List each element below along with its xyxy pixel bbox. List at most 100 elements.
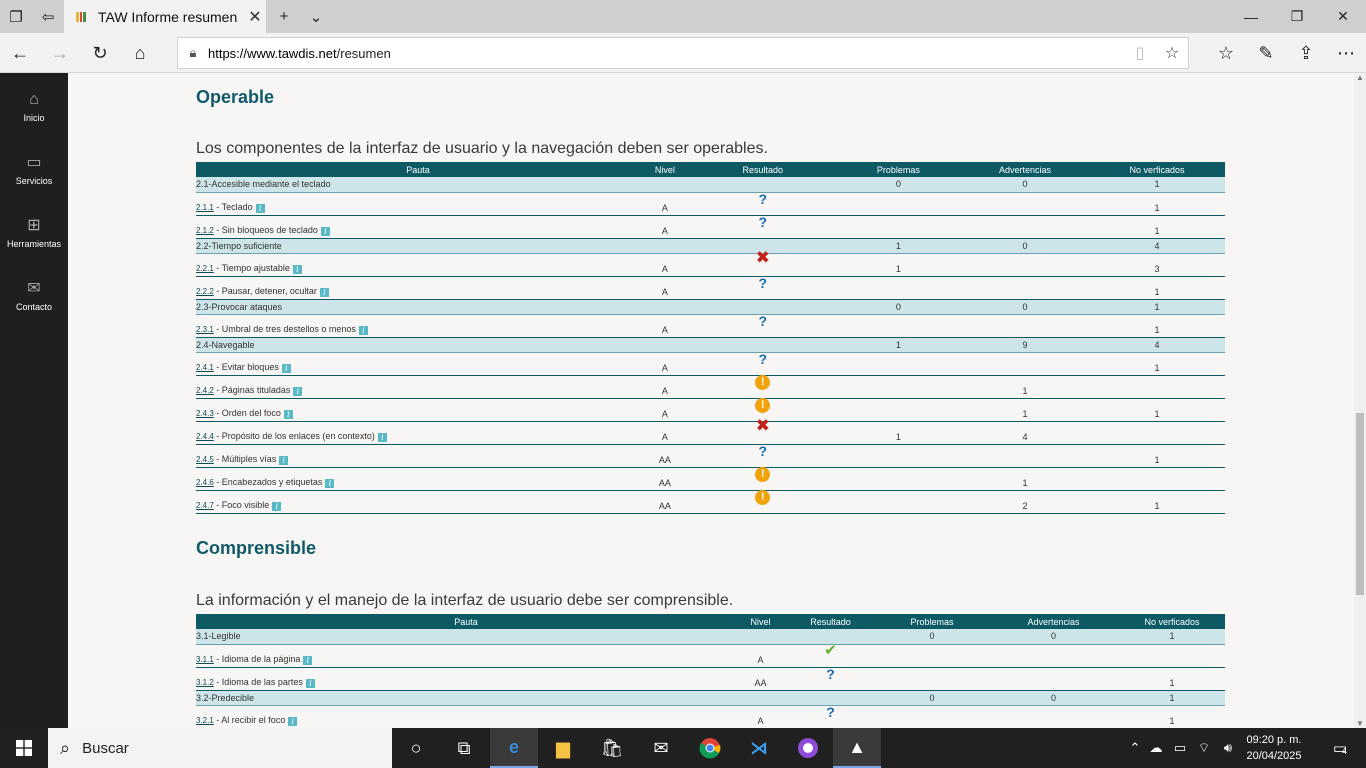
reading-view-icon[interactable]: ▯ [1124,43,1156,63]
sidebar-item-herramientas[interactable]: ⊞ Herramientas [0,217,68,249]
photos-icon[interactable]: ▲ [833,728,881,768]
restore-icon[interactable]: ❐ [1274,0,1320,33]
task-view-icon[interactable]: ⧉ [440,728,488,768]
notifications-icon[interactable]: ▭ 4 [1320,728,1360,768]
unknown-result-icon[interactable]: ? [826,704,835,720]
more-icon[interactable]: ⋯ [1326,33,1366,73]
warning-result-icon[interactable]: ! [755,397,771,413]
criterion-link[interactable]: 2.4.2 [196,386,214,395]
volume-icon[interactable]: 🔊︎ [1216,740,1240,756]
info-icon[interactable]: i [283,409,293,419]
criterion-link[interactable]: 3.1.2 [196,678,214,687]
warning-result-icon[interactable]: ! [755,489,771,505]
warning-result-icon[interactable]: ! [755,466,771,482]
minimize-icon[interactable]: — [1228,0,1274,33]
pass-result-icon[interactable]: ✔ [824,641,837,659]
tab-active[interactable]: TAW Informe resumen ✕ [64,0,266,33]
store-icon[interactable]: 🛍︎ [588,728,636,768]
criterion-link[interactable]: 2.2.2 [196,287,214,296]
github-desktop-icon[interactable] [784,728,832,768]
info-icon[interactable]: i [292,264,302,274]
chrome-icon[interactable] [686,728,734,768]
sidebar: ⌂ Inicio ▭ Servicios ⊞ Herramientas ✉ Co… [0,73,68,728]
share-icon[interactable]: ⇪ [1286,33,1326,73]
criterion-link[interactable]: 2.3.1 [196,325,214,334]
unknown-result-icon[interactable]: ? [758,443,767,459]
clock[interactable]: 09:20 p. m. 20/04/2025 [1238,732,1310,764]
tab-actions-icon[interactable]: ❐ [0,0,32,33]
unknown-result-icon[interactable]: ? [758,191,767,207]
criterion-link[interactable]: 2.1.1 [196,203,214,212]
set-aside-tabs-icon[interactable]: ⇦ [32,0,64,33]
criterion-link[interactable]: 2.4.5 [196,455,214,464]
unknown-result-icon[interactable]: ? [758,275,767,291]
file-explorer-icon[interactable]: ▆ [539,728,587,768]
info-icon[interactable]: i [255,203,265,213]
criterion-link[interactable]: 2.4.1 [196,363,214,372]
problems-cell [835,215,961,239]
info-icon[interactable]: i [305,678,315,688]
problems-cell: 1 [835,421,961,445]
favorite-star-icon[interactable]: ☆ [1156,43,1188,63]
group-row: 2.3-Provocar ataques 0 0 1 [196,299,1225,315]
sidebar-item-inicio[interactable]: ⌂ Inicio [0,91,68,123]
back-icon[interactable]: ← [0,33,40,73]
battery-icon[interactable]: ▭ [1168,740,1192,756]
url-text[interactable]: https://www.tawdis.net/resumen [208,46,1124,61]
show-hidden-icons-icon[interactable]: ⌃ [1126,740,1144,756]
scroll-up-icon[interactable]: ▲ [1354,73,1366,82]
info-icon[interactable]: i [279,455,289,465]
wifi-icon[interactable]: ⌔ [1192,740,1216,756]
scroll-down-icon[interactable]: ▼ [1354,719,1366,728]
info-icon[interactable]: i [377,432,387,442]
fail-result-icon[interactable]: ✖ [756,416,770,436]
mail-app-icon[interactable]: ✉ [637,728,685,768]
info-icon[interactable]: i [319,287,329,297]
fail-result-icon[interactable]: ✖ [756,248,770,268]
tab-list-chevron-icon[interactable]: ⌄ [300,0,332,33]
criterion-link[interactable]: 3.1.1 [196,655,214,664]
cortana-icon[interactable]: ○ [392,728,440,768]
vscode-icon[interactable]: ⋊ [735,728,783,768]
info-icon[interactable]: i [272,501,282,511]
criterion-link[interactable]: 2.1.2 [196,226,214,235]
info-icon[interactable]: i [320,226,330,236]
criterion-link[interactable]: 2.2.1 [196,264,214,273]
criterion-link[interactable]: 2.4.6 [196,478,214,487]
pen-icon[interactable]: ✎ [1246,33,1286,73]
sidebar-item-contacto[interactable]: ✉ Contacto [0,280,68,312]
lock-icon[interactable]: 🔒︎ [178,45,208,61]
taskbar-search[interactable]: ⌕ Buscar [48,728,392,768]
unknown-result-icon[interactable]: ? [826,666,835,682]
start-button[interactable] [0,728,48,768]
table-row: 2.4.6 - Encabezados y etiquetas i AA! 1 [196,466,1225,491]
criterion-link[interactable]: 2.4.7 [196,501,214,510]
group-row: 3.2-Predecible 0 0 1 [196,690,1225,706]
refresh-icon[interactable]: ↻ [80,33,120,73]
info-icon[interactable]: i [281,363,291,373]
forward-icon[interactable]: → [40,33,80,73]
unknown-result-icon[interactable]: ? [758,214,767,230]
new-tab-icon[interactable]: + [268,0,300,33]
close-tab-icon[interactable]: ✕ [244,7,266,27]
address-bar[interactable]: 🔒︎ https://www.tawdis.net/resumen ▯ ☆ [177,37,1189,69]
criterion-link[interactable]: 2.4.4 [196,432,214,441]
criterion-link[interactable]: 2.4.3 [196,409,214,418]
criterion-link[interactable]: 3.2.1 [196,716,214,725]
page-scrollbar[interactable]: ▲ ▼ [1354,73,1366,728]
scroll-thumb[interactable] [1356,413,1364,595]
info-icon[interactable]: i [288,716,298,726]
unknown-result-icon[interactable]: ? [758,313,767,329]
info-icon[interactable]: i [325,478,335,488]
info-icon[interactable]: i [303,655,313,665]
unknown-result-icon[interactable]: ? [758,351,767,367]
edge-browser-icon[interactable]: e [490,728,538,768]
onedrive-icon[interactable]: ☁ [1144,740,1168,756]
sidebar-item-servicios[interactable]: ▭ Servicios [0,154,68,186]
warning-result-icon[interactable]: ! [755,374,771,390]
home-button-icon[interactable]: ⌂ [120,33,160,73]
info-icon[interactable]: i [293,386,303,396]
favorites-list-icon[interactable]: ☆ [1206,33,1246,73]
close-window-icon[interactable]: ✕ [1320,0,1366,33]
info-icon[interactable]: i [358,325,368,335]
